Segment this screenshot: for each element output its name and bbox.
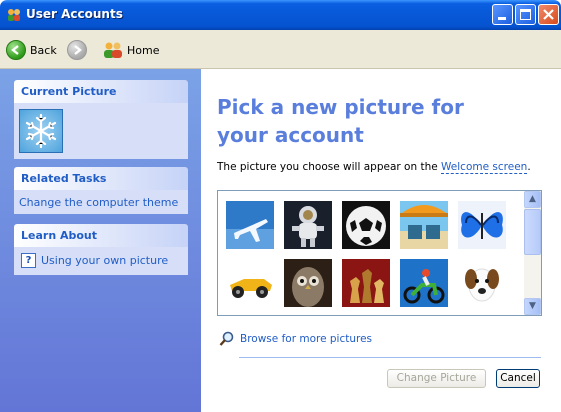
close-icon (543, 9, 554, 20)
user-accounts-icon (8, 9, 20, 21)
scroll-down-button[interactable]: ▼ (524, 298, 541, 315)
description-text: The picture you choose will appear on th… (217, 161, 442, 173)
picture-owl[interactable] (284, 259, 332, 307)
task-pane: Current Picture Related Tasks Change the… (0, 69, 201, 412)
soccer-ball-icon (342, 201, 390, 249)
separator (239, 357, 541, 358)
navigation-bar: Back Home (0, 30, 561, 69)
maximize-button[interactable] (515, 4, 536, 25)
picture-list[interactable]: ▲ ▼ (217, 190, 542, 316)
minimize-button[interactable] (492, 4, 513, 25)
back-arrow-icon (6, 40, 26, 60)
description: The picture you choose will appear on th… (217, 161, 531, 174)
current-picture-panel: Current Picture (14, 80, 188, 159)
forward-button[interactable] (67, 40, 87, 60)
main-content: Pick a new picture for your account The … (201, 69, 561, 412)
picture-chess[interactable] (342, 259, 390, 307)
using-own-picture-label: Using your own picture (41, 254, 169, 267)
astronaut-icon (284, 201, 332, 249)
description-suffix: . (527, 161, 531, 173)
chess-icon (342, 259, 390, 307)
picture-astronaut[interactable] (284, 201, 332, 249)
picture-dirt-bike[interactable] (400, 259, 448, 307)
title-bar[interactable]: User Accounts (0, 0, 561, 30)
close-button[interactable] (538, 4, 559, 25)
picture-beach-chairs[interactable] (400, 201, 448, 249)
butterfly-icon (458, 201, 506, 249)
users-icon (104, 42, 122, 58)
browse-label: Browse for more pictures (240, 333, 373, 345)
current-picture-title: Current Picture (14, 80, 188, 103)
forward-arrow-icon (74, 45, 82, 55)
learn-about-title: Learn About (14, 224, 188, 247)
scroll-thumb[interactable] (524, 209, 541, 255)
picture-airplane[interactable] (226, 201, 274, 249)
related-tasks-title: Related Tasks (14, 167, 188, 190)
dirt-bike-icon (400, 259, 448, 307)
using-own-picture-link[interactable]: ? Using your own picture (19, 252, 183, 269)
cancel-button[interactable]: Cancel (496, 369, 540, 388)
beach-chairs-icon (400, 201, 448, 249)
home-button[interactable]: Home (103, 40, 159, 60)
picture-list-scrollbar[interactable]: ▲ ▼ (524, 191, 541, 315)
magnifier-icon (219, 331, 234, 346)
window-title: User Accounts (26, 7, 123, 21)
back-button[interactable]: Back (6, 40, 57, 60)
picture-dog[interactable] (458, 259, 506, 307)
race-car-icon (226, 259, 274, 307)
help-icon: ? (21, 253, 36, 268)
picture-soccer-ball[interactable] (342, 201, 390, 249)
related-tasks-panel: Related Tasks Change the computer theme (14, 167, 188, 214)
welcome-screen-link[interactable]: Welcome screen (441, 161, 528, 174)
picture-race-car[interactable] (226, 259, 274, 307)
scroll-up-button[interactable]: ▲ (524, 191, 541, 208)
learn-about-panel: Learn About ? Using your own picture (14, 224, 188, 275)
owl-icon (284, 259, 332, 307)
browse-pictures-link[interactable]: Browse for more pictures (219, 331, 372, 347)
home-label: Home (127, 43, 160, 57)
back-label: Back (30, 43, 57, 57)
current-picture-thumbnail (19, 109, 63, 153)
page-heading: Pick a new picture for your account (217, 95, 464, 147)
change-picture-button[interactable]: Change Picture (387, 369, 486, 388)
airplane-icon (226, 201, 274, 249)
change-theme-link[interactable]: Change the computer theme (19, 196, 178, 209)
snowflake-icon (25, 113, 57, 149)
dog-icon (458, 259, 506, 307)
picture-butterfly[interactable] (458, 201, 506, 249)
